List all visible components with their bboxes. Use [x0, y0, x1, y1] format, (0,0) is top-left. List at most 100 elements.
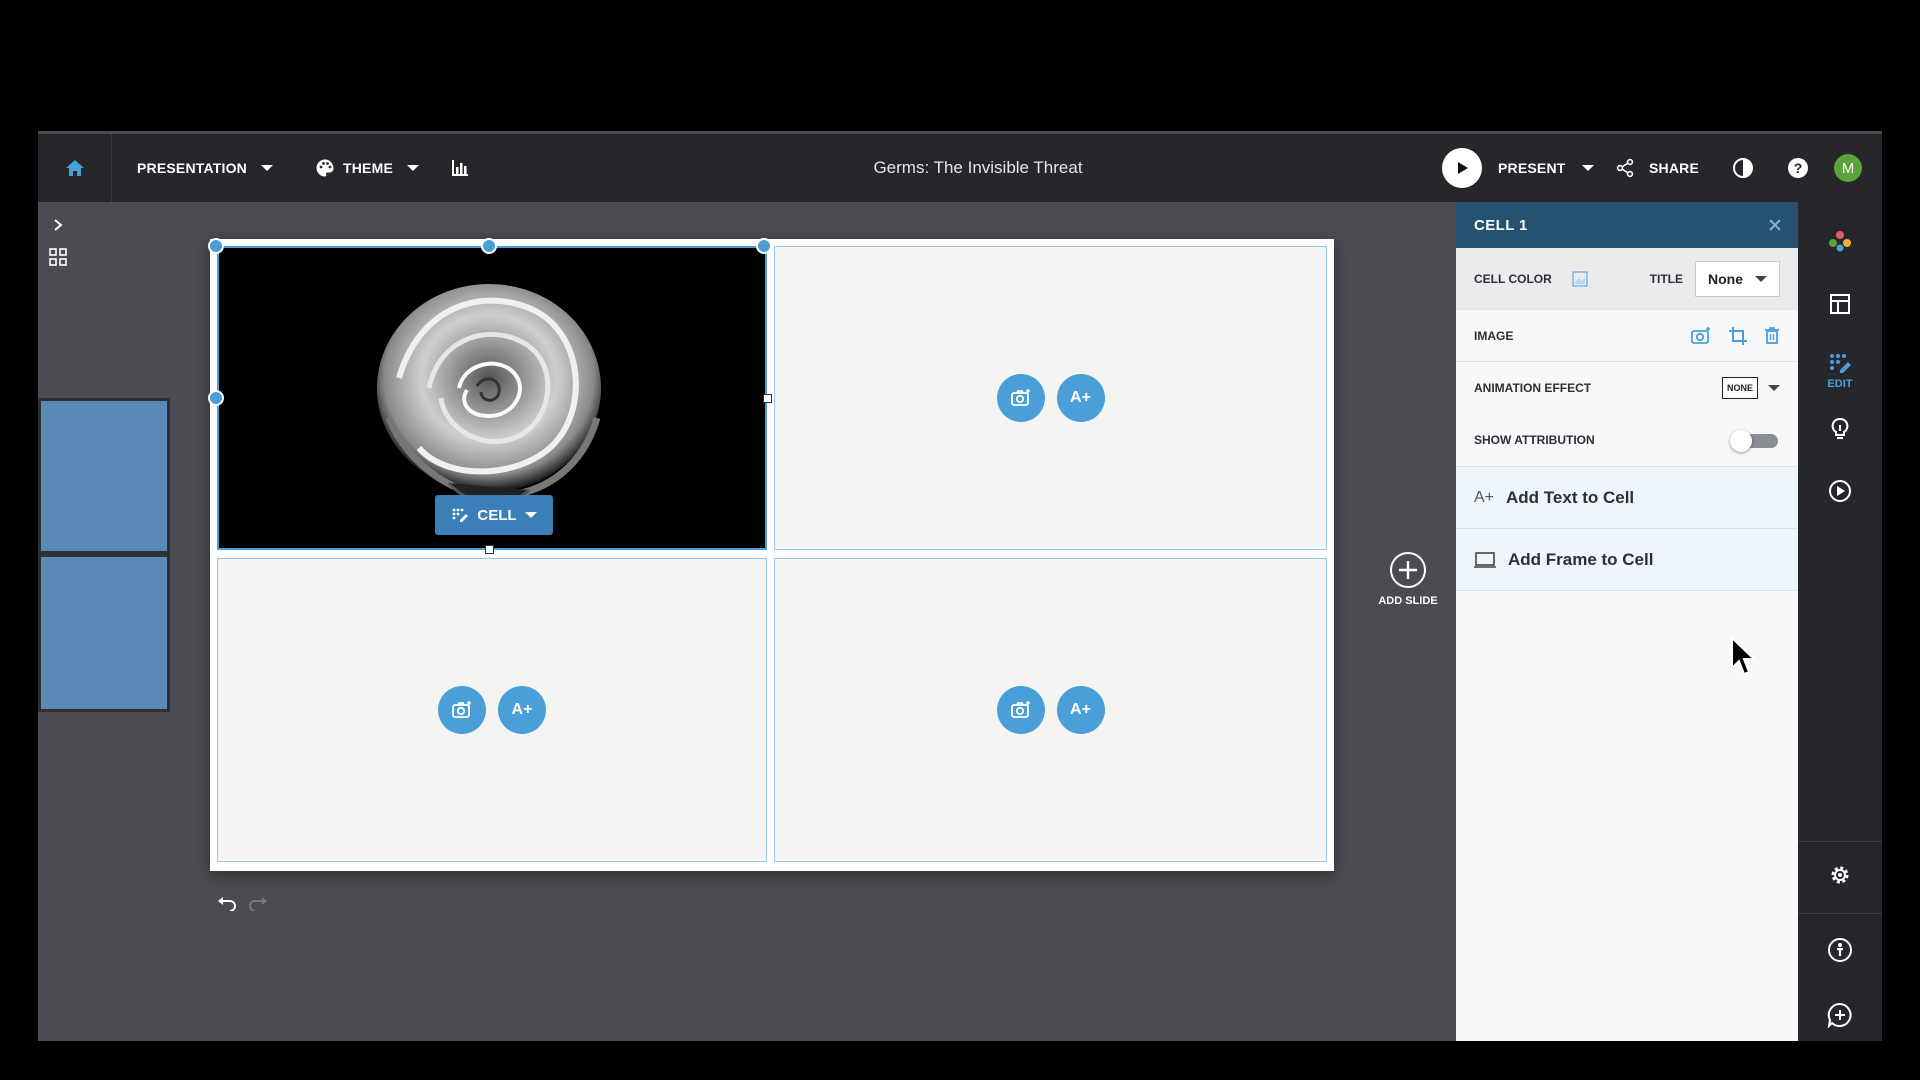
animation-label: ANIMATION EFFECT: [1474, 381, 1592, 395]
add-text-to-cell-label: Add Text to Cell: [1506, 487, 1635, 507]
slide-thumbnail[interactable]: [38, 398, 170, 554]
add-slide-button[interactable]: ADD SLIDE: [1363, 551, 1453, 607]
attribution-label: SHOW ATTRIBUTION: [1474, 433, 1595, 447]
cell-1[interactable]: CELL: [217, 246, 767, 550]
resize-handle-right[interactable]: [763, 394, 772, 403]
add-text-button[interactable]: A+: [498, 686, 546, 734]
grid-icon: [49, 248, 67, 266]
animation-select[interactable]: NONE: [1721, 377, 1780, 399]
attribution-toggle[interactable]: [1730, 430, 1780, 452]
add-text-to-cell-button[interactable]: A+ Add Text to Cell: [1456, 467, 1798, 529]
add-text-button[interactable]: A+: [1056, 686, 1105, 734]
attribution-row: SHOW ATTRIBUTION: [1456, 414, 1798, 466]
resize-handle-top[interactable]: [481, 238, 497, 254]
close-icon[interactable]: [1768, 218, 1782, 232]
color-swatch-icon[interactable]: [1572, 270, 1588, 287]
add-image-button[interactable]: [996, 686, 1045, 734]
contrast-toggle[interactable]: [1729, 154, 1757, 182]
add-image-button[interactable]: [438, 686, 486, 734]
top-bar: PRESENTATION THEME Germs: The Invisible …: [38, 134, 1882, 202]
animation-row: ANIMATION EFFECT NONE: [1456, 362, 1798, 414]
cell-menu-button[interactable]: CELL: [435, 495, 553, 535]
help-icon: ?: [1788, 158, 1808, 178]
avatar[interactable]: M: [1834, 154, 1862, 182]
charts-button[interactable]: [446, 154, 474, 182]
present-button[interactable]: PRESENT: [1442, 134, 1594, 202]
bar-chart-icon: [452, 160, 468, 176]
chevron-down-icon: [524, 512, 537, 518]
right-toolbar: EDIT: [1798, 202, 1882, 1041]
toolbar-divider: [1798, 841, 1882, 842]
animation-value: NONE: [1721, 377, 1758, 399]
slide-canvas: CELL A+ A+ A+: [208, 238, 1334, 871]
resize-handle-bottom[interactable]: [485, 545, 494, 554]
add-text-button[interactable]: A+: [1056, 374, 1105, 422]
add-circle-icon: [1390, 552, 1426, 588]
cell-2[interactable]: A+: [774, 246, 1327, 550]
animation-button[interactable]: [1798, 479, 1882, 503]
palette-icon: [316, 159, 334, 177]
layout-icon: [1830, 294, 1850, 314]
image-label: IMAGE: [1474, 328, 1514, 343]
edit-button[interactable]: EDIT: [1798, 352, 1882, 390]
expand-sidebar-button[interactable]: [46, 213, 70, 237]
share-label: SHARE: [1649, 160, 1700, 176]
panel-header: CELL 1: [1456, 202, 1798, 248]
add-image-button[interactable]: [996, 374, 1045, 422]
close-cell-handle[interactable]: [756, 238, 772, 254]
trash-icon[interactable]: [1764, 326, 1780, 344]
cell-settings-panel: CELL 1 CELL COLOR TITLE None IMAGE ANIMA…: [1456, 202, 1798, 1041]
settings-button[interactable]: [1798, 863, 1882, 887]
camera-plus-icon: [1010, 701, 1030, 718]
layout-button[interactable]: [1798, 293, 1882, 315]
slide-thumbnail[interactable]: [38, 554, 170, 712]
cell-color-label: CELL COLOR: [1474, 271, 1552, 286]
add-slide-label: ADD SLIDE: [1378, 595, 1438, 607]
replace-image-icon[interactable]: [1690, 326, 1712, 346]
camera-plus-icon: [1010, 389, 1030, 406]
home-button[interactable]: [38, 134, 112, 202]
crop-icon[interactable]: [1728, 326, 1748, 346]
grid-view-button[interactable]: [46, 245, 70, 269]
move-handle[interactable]: [208, 238, 224, 254]
share-icon: [1616, 158, 1634, 178]
style-button[interactable]: [1798, 230, 1882, 252]
presentation-menu[interactable]: PRESENTATION: [137, 134, 273, 202]
ideas-button[interactable]: [1798, 417, 1882, 441]
toolbar-divider: [1798, 913, 1882, 914]
title-label: TITLE: [1649, 271, 1683, 286]
chevron-down-icon: [1755, 275, 1767, 282]
edit-cell-icon: [453, 508, 469, 522]
contrast-icon: [1733, 158, 1753, 178]
edit-label: EDIT: [1827, 378, 1853, 390]
title-select-value: None: [1708, 270, 1743, 287]
redo-icon: [249, 897, 267, 911]
add-frame-to-cell-button[interactable]: Add Frame to Cell: [1456, 529, 1798, 591]
title-select[interactable]: None: [1695, 260, 1780, 297]
rose-image: [377, 284, 601, 506]
help-button[interactable]: ?: [1784, 154, 1812, 182]
accessibility-button[interactable]: [1798, 937, 1882, 963]
chevron-down-icon: [407, 165, 419, 171]
resize-handle-left[interactable]: [208, 390, 224, 406]
cell-3[interactable]: A+: [217, 558, 767, 862]
camera-plus-icon: [452, 701, 471, 718]
image-row: IMAGE: [1456, 310, 1798, 362]
frame-icon: [1474, 551, 1496, 568]
document-title[interactable]: Germs: The Invisible Threat: [768, 134, 1188, 202]
undo-icon: [218, 897, 236, 911]
cell-menu-label: CELL: [477, 506, 517, 524]
share-button[interactable]: SHARE: [1615, 134, 1699, 202]
theme-menu[interactable]: THEME: [315, 134, 419, 202]
lightbulb-icon: [1831, 418, 1849, 439]
cell-color-row: CELL COLOR TITLE None: [1456, 248, 1798, 310]
redo-button[interactable]: [246, 891, 270, 915]
panel-title: CELL 1: [1474, 216, 1528, 234]
theme-menu-label: THEME: [343, 160, 393, 176]
feedback-button[interactable]: [1798, 1002, 1882, 1028]
undo-button[interactable]: [215, 891, 239, 915]
svg-text:?: ?: [1794, 160, 1803, 176]
chevron-down-icon: [261, 165, 273, 171]
accessibility-icon: [1828, 938, 1852, 962]
cell-4[interactable]: A+: [774, 558, 1327, 862]
